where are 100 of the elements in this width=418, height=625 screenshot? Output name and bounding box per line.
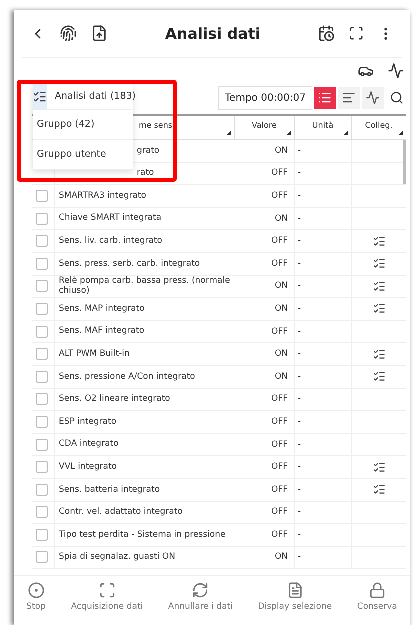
column-header[interactable]: Colleg. [351,116,406,139]
value-cell-text: OFF [270,258,289,269]
row-checkbox[interactable] [36,302,48,315]
wave-icon [366,91,380,105]
row-checkbox[interactable] [36,326,48,338]
linked-doc-icon[interactable] [372,460,386,474]
file-upload-icon[interactable] [91,25,108,42]
row-checkbox[interactable] [36,506,48,518]
sensor-name: Sens. liv. carb. integrato [54,230,234,252]
linked-doc-icon[interactable] [372,280,386,293]
value-cell-text: ON [274,146,289,156]
unit-cell: - [294,162,351,184]
lock-icon [368,582,386,599]
value-cell-text: OFF [270,530,289,540]
stop-button[interactable]: Stop [26,582,46,612]
unit-cell: - [294,434,351,456]
list-icon [318,91,332,105]
value-cell-text: ON [274,214,289,224]
sensor-name: Tipo test perdita - Sistema in pressione [54,524,234,546]
sensor-name: Sens. MAP integrato [54,298,234,320]
search-icon[interactable] [390,91,404,105]
row-checkbox[interactable] [36,235,48,248]
scan-icon [98,582,116,599]
graph-view-button[interactable] [362,87,384,109]
timer-display: Tempo 00:00:07 [218,86,312,110]
scan-icon[interactable] [349,26,364,41]
sensor-name: VVL integrato [54,456,234,478]
value-cell-text: OFF [270,236,289,246]
sensor-name: ALT PWM Built-in [54,343,234,365]
unit-cell: - [294,276,351,298]
value-cell-text: ON [274,281,289,292]
document-icon [286,582,304,599]
value-cell-text: OFF [270,507,289,518]
value-cell-text: OFF [270,440,289,450]
sensor-name: ESP integrato [54,411,234,433]
linked-doc-icon[interactable] [372,348,386,361]
value-cell-text: OFF [270,416,289,427]
sensor-name: SMARTRA3 integrato [54,185,234,207]
row-checkbox[interactable] [36,258,48,270]
unit-cell: - [294,320,351,342]
unit-cell: - [294,185,351,207]
linked-doc-icon[interactable] [372,370,386,384]
unit-cell: - [294,524,351,546]
row-checkbox[interactable] [36,461,48,474]
unit-cell: - [294,230,351,252]
stop-icon [28,582,45,599]
column-header[interactable]: Valore [234,116,294,139]
sensor-name: Sens. pressione A/Con integrato [54,366,234,388]
capture-button[interactable]: Acquisizione dati [71,582,144,612]
row-checkbox[interactable] [36,416,48,428]
pulse-icon[interactable] [388,63,404,79]
display-button[interactable]: Display selezione [258,582,332,612]
linked-doc-icon[interactable] [372,483,386,496]
text-lines-icon [342,91,356,105]
unit-cell: - [294,546,351,568]
sensor-name: Spia di segnalaz. guasti ON [54,546,234,568]
row-checkbox[interactable] [36,484,48,496]
linked-doc-icon[interactable] [372,302,386,316]
keep-button[interactable]: Conserva [357,582,398,612]
row-checkbox[interactable] [36,370,48,383]
sensor-name: Sens. MAF integrato [54,320,234,342]
sensor-name: Relè pompa carb. bassa press. (normale chiuso) [54,276,234,298]
refresh-icon [192,582,210,599]
sensor-name: CDA integrato [54,434,234,456]
text-view-button[interactable] [338,87,360,109]
value-cell-text: ON [274,304,289,314]
unit-cell: - [294,140,351,162]
dropdown-item[interactable]: Gruppo (42) [33,110,133,140]
dropdown-item[interactable]: Analisi dati (183) [33,84,133,110]
unit-cell: - [294,208,351,230]
linked-doc-icon[interactable] [372,234,386,248]
unit-cell: - [294,298,351,320]
row-checkbox[interactable] [36,348,48,360]
unit-cell: - [294,478,351,500]
unit-cell: - [294,456,351,478]
value-cell-text: OFF [270,394,289,404]
value-cell-text: ON [274,552,289,562]
row-checkbox[interactable] [36,438,48,451]
calendar-icon[interactable] [318,25,335,42]
row-checkbox[interactable] [36,528,48,541]
sensor-name: Chiave SMART integrata [54,208,234,230]
row-checkbox[interactable] [36,280,48,292]
page-title: Analisi dati [164,24,262,42]
fingerprint-icon[interactable] [60,25,77,42]
value-cell-text: OFF [270,326,289,337]
dropdown-item[interactable]: Gruppo utente [33,140,133,170]
row-checkbox[interactable] [36,551,48,564]
unit-cell: - [294,366,351,388]
unit-cell: - [294,252,351,275]
value-cell-text: ON [274,349,289,360]
column-header[interactable]: Unità [294,116,351,139]
row-checkbox[interactable] [36,190,48,202]
sensor-name: Sens. press. serb. carb. integrato [54,252,234,275]
scrollbar[interactable] [403,140,406,184]
row-checkbox[interactable] [36,393,48,406]
value-cell-text: OFF [270,190,289,201]
linked-doc-icon[interactable] [372,257,386,270]
row-checkbox[interactable] [36,212,48,225]
reset-button[interactable]: Annullare i dati [168,582,233,612]
list-view-button[interactable] [314,87,336,109]
